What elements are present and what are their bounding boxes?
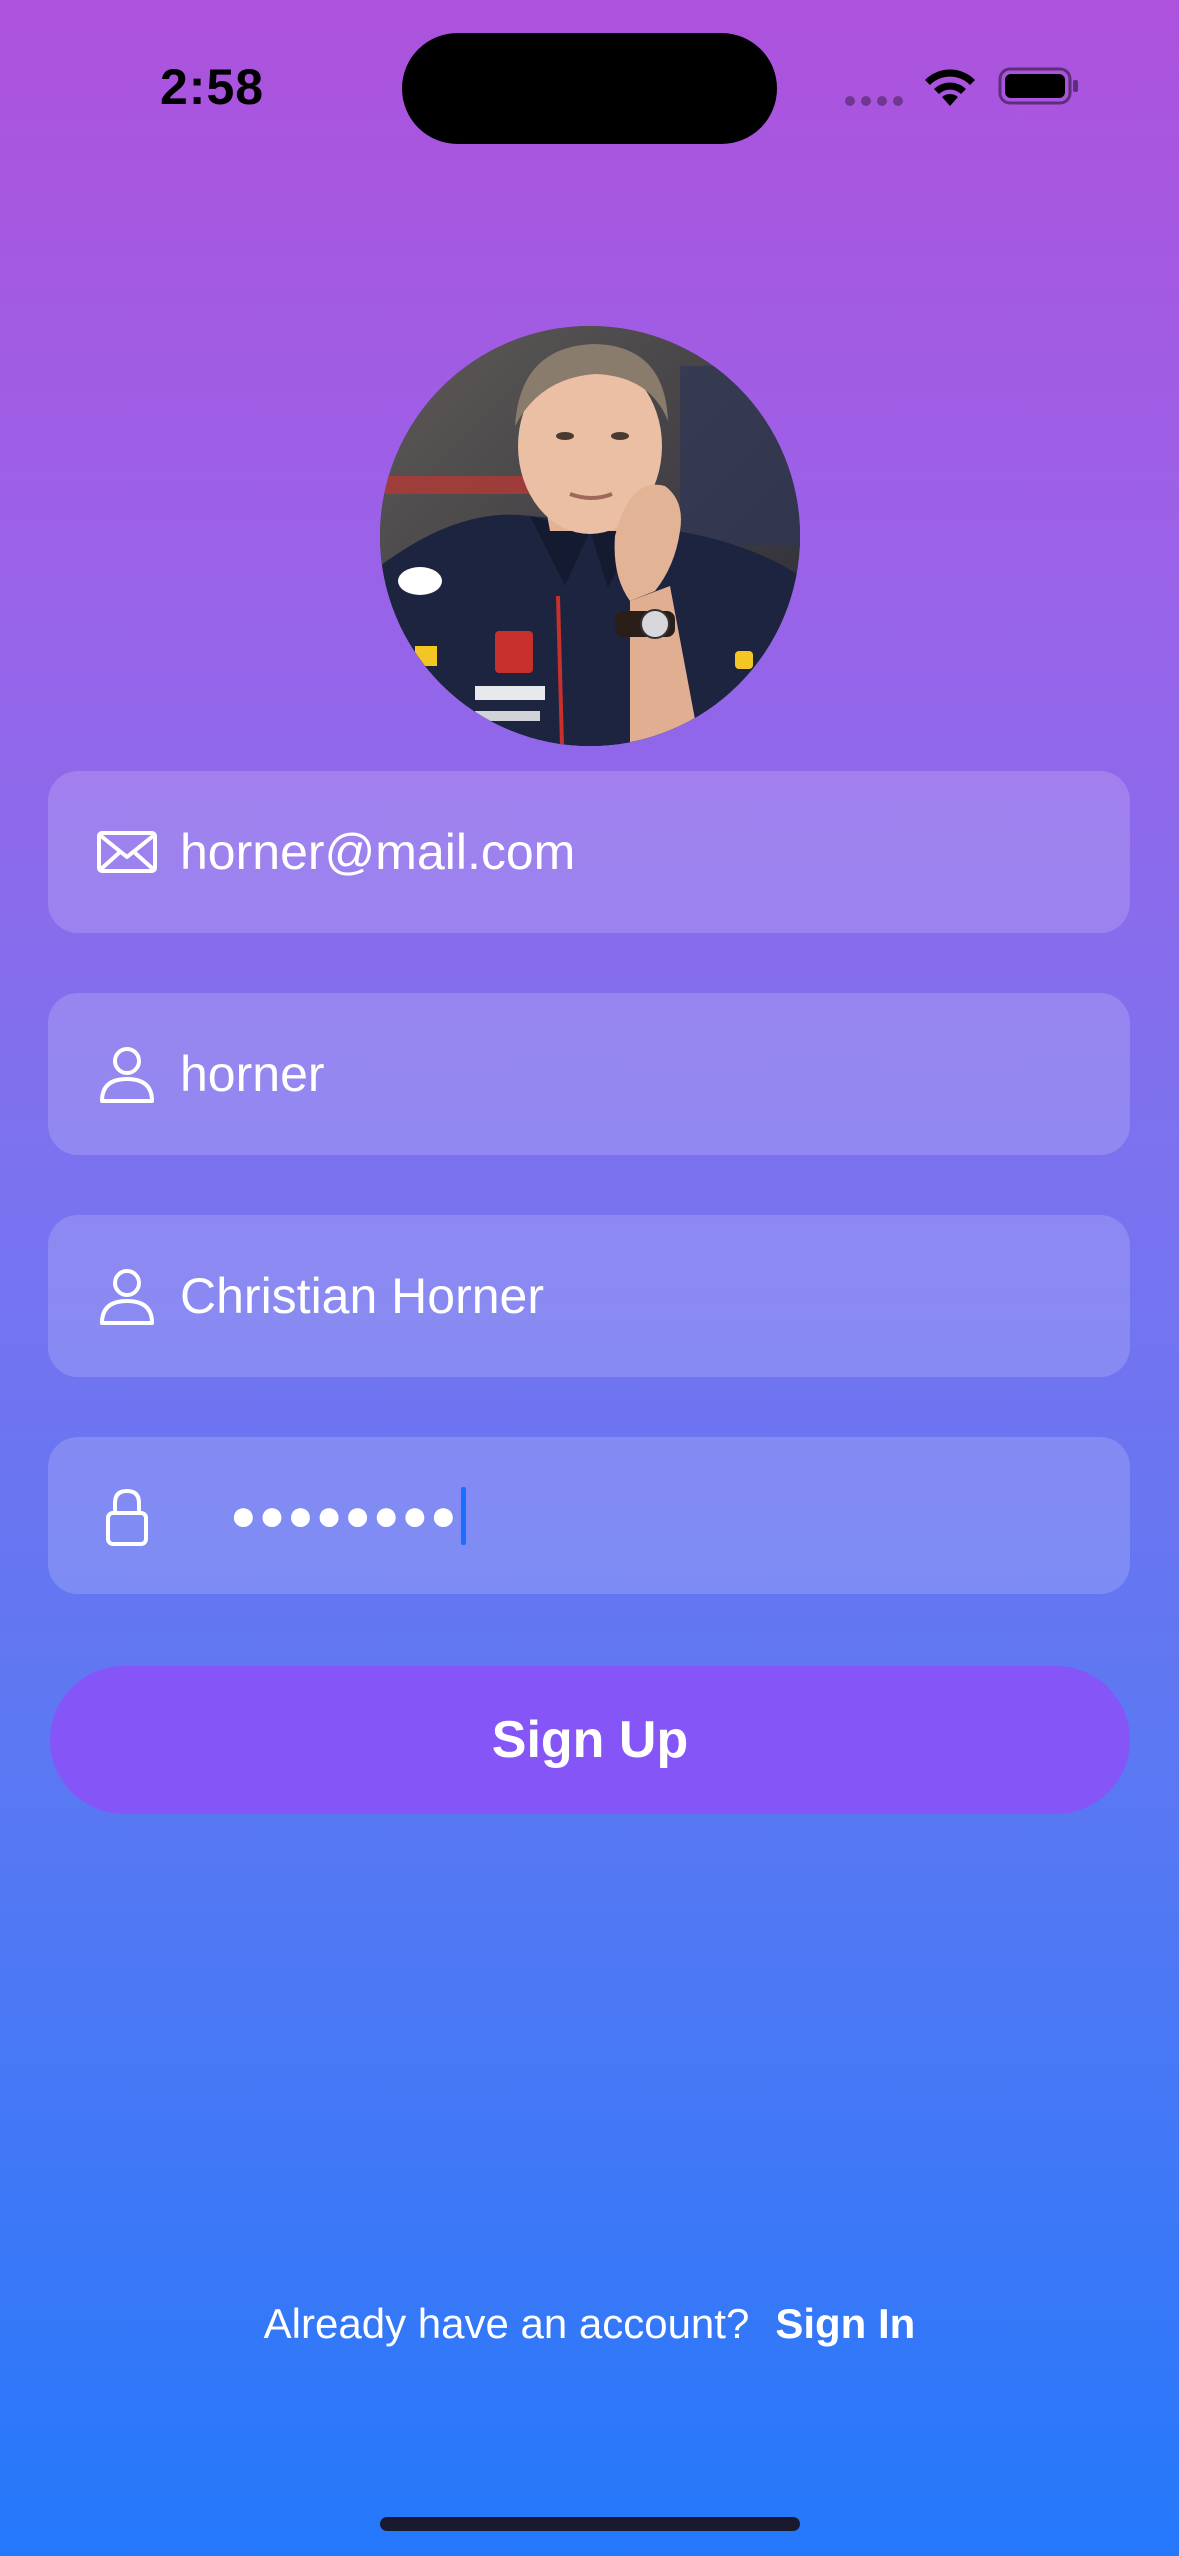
password-field[interactable]: ●●●●●●●● (48, 1437, 1130, 1594)
password-input[interactable]: ●●●●●●●● (230, 1486, 466, 1545)
already-have-account-text: Already have an account? (263, 2300, 750, 2347)
status-bar: 2:58 (0, 0, 1179, 170)
envelope-icon (97, 831, 157, 873)
person-icon (100, 1047, 154, 1103)
profile-photo (380, 326, 800, 746)
sign-in-prompt: Already have an account? Sign In (0, 2300, 1179, 2348)
fullname-field[interactable]: Christian Horner (48, 1215, 1130, 1377)
avatar[interactable] (380, 326, 800, 746)
cellular-signal-icon (845, 96, 903, 106)
username-value: horner (180, 1046, 325, 1102)
lock-icon (106, 1488, 148, 1546)
text-caret (460, 1486, 466, 1545)
username-field[interactable]: horner (48, 993, 1130, 1155)
fullname-value: Christian Horner (180, 1268, 545, 1324)
battery-icon (998, 67, 1078, 105)
password-mask: ●●●●●●●● (230, 1490, 459, 1540)
status-time: 2:58 (160, 59, 265, 115)
sign-in-link[interactable]: Sign In (775, 2300, 915, 2348)
person-icon (100, 1269, 154, 1325)
sign-up-button[interactable]: Sign Up (50, 1666, 1130, 1814)
home-indicator[interactable] (380, 2517, 800, 2531)
dynamic-island (402, 33, 777, 144)
email-value: horner@mail.com (180, 824, 576, 880)
wifi-icon (925, 69, 975, 106)
email-field[interactable]: horner@mail.com (48, 771, 1130, 933)
